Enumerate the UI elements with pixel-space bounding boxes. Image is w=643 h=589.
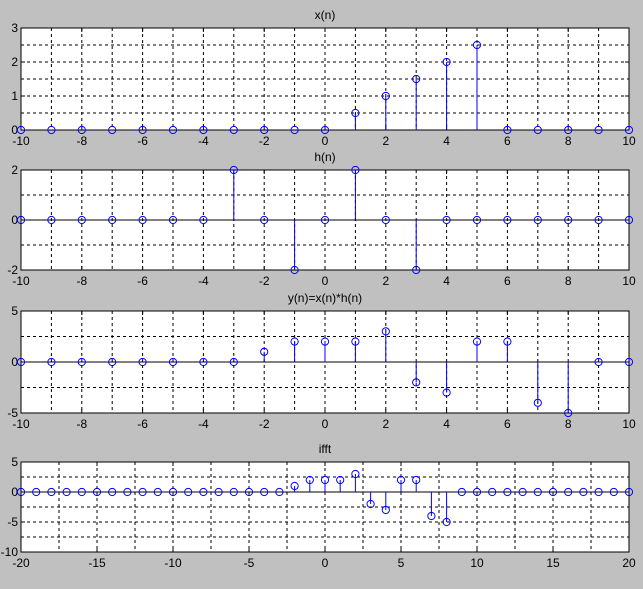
x-tick-label: 4	[443, 274, 450, 288]
x-tick-label: 15	[546, 556, 560, 570]
x-tick-label: 2	[382, 274, 389, 288]
subplot-title: y(n)=x(n)*h(n)	[288, 291, 362, 305]
x-tick-label: 10	[470, 556, 484, 570]
x-tick-label: 0	[322, 417, 329, 431]
x-tick-label: -4	[198, 134, 209, 148]
x-tick-label: 10	[622, 134, 636, 148]
y-tick-label: -5	[7, 515, 18, 529]
x-tick-label: 6	[504, 417, 511, 431]
x-tick-label: -8	[76, 134, 87, 148]
subplot-title: x(n)	[315, 8, 336, 22]
x-tick-label: 6	[504, 274, 511, 288]
subplot-ifft: ifft -20 -15 -10 -5 0 5 10 15 20-10-505	[1, 442, 636, 570]
x-tick-label: 2	[382, 417, 389, 431]
y-tick-label: -5	[7, 406, 18, 420]
x-tick-label: -8	[76, 417, 87, 431]
subplot-x-n: x(n) -10 -8 -6 -4 -2 0 2 4 6 8 100123	[11, 8, 636, 148]
x-tick-label: -6	[137, 274, 148, 288]
x-tick-label: 10	[622, 274, 636, 288]
subplot-y-n: y(n)=x(n)*h(n) -10 -8 -6 -4 -2 0 2 4 6 8 10-505	[7, 291, 636, 431]
x-tick-label: -4	[198, 274, 209, 288]
x-tick-label: 5	[398, 556, 405, 570]
x-tick-label: -5	[244, 556, 255, 570]
x-tick-label: 6	[504, 134, 511, 148]
x-tick-label: 0	[322, 274, 329, 288]
x-tick-label: -6	[137, 417, 148, 431]
x-tick-label: 4	[443, 417, 450, 431]
x-tick-label: 8	[565, 134, 572, 148]
x-tick-label: -8	[76, 274, 87, 288]
x-tick-label: 10	[622, 417, 636, 431]
x-tick-label: -6	[137, 134, 148, 148]
y-tick-label: 3	[11, 21, 18, 35]
x-tick-label: 0	[322, 556, 329, 570]
y-tick-label: -10	[1, 545, 19, 559]
x-tick-label: 2	[382, 134, 389, 148]
x-tick-label: -4	[198, 417, 209, 431]
x-tick-label: 4	[443, 134, 450, 148]
x-tick-label: -2	[259, 274, 270, 288]
x-tick-label: 8	[565, 274, 572, 288]
x-tick-label: 8	[565, 417, 572, 431]
x-tick-label: -2	[259, 134, 270, 148]
y-tick-label: 1	[11, 89, 18, 103]
y-tick-label: 5	[11, 455, 18, 469]
x-tick-label: 0	[322, 134, 329, 148]
subplot-h-n: h(n) -10 -8 -6 -4 -2 0 2 4 6 8 10-202	[7, 150, 636, 288]
figure-canvas: x(n) -10 -8 -6 -4 -2 0 2 4 6 8 10 0 1 2 3 h(n) -10 -8 -6…	[1, 8, 636, 570]
x-tick-label: 20	[622, 556, 636, 570]
x-tick-label: -10	[164, 556, 182, 570]
y-tick-label: -2	[7, 263, 18, 277]
x-tick-label: -2	[259, 417, 270, 431]
y-tick-label: 2	[11, 55, 18, 69]
subplot-title: ifft	[319, 442, 332, 456]
y-tick-label: 5	[11, 304, 18, 318]
y-tick-label: 2	[11, 163, 18, 177]
x-tick-label: -15	[88, 556, 106, 570]
subplot-title: h(n)	[314, 150, 335, 164]
